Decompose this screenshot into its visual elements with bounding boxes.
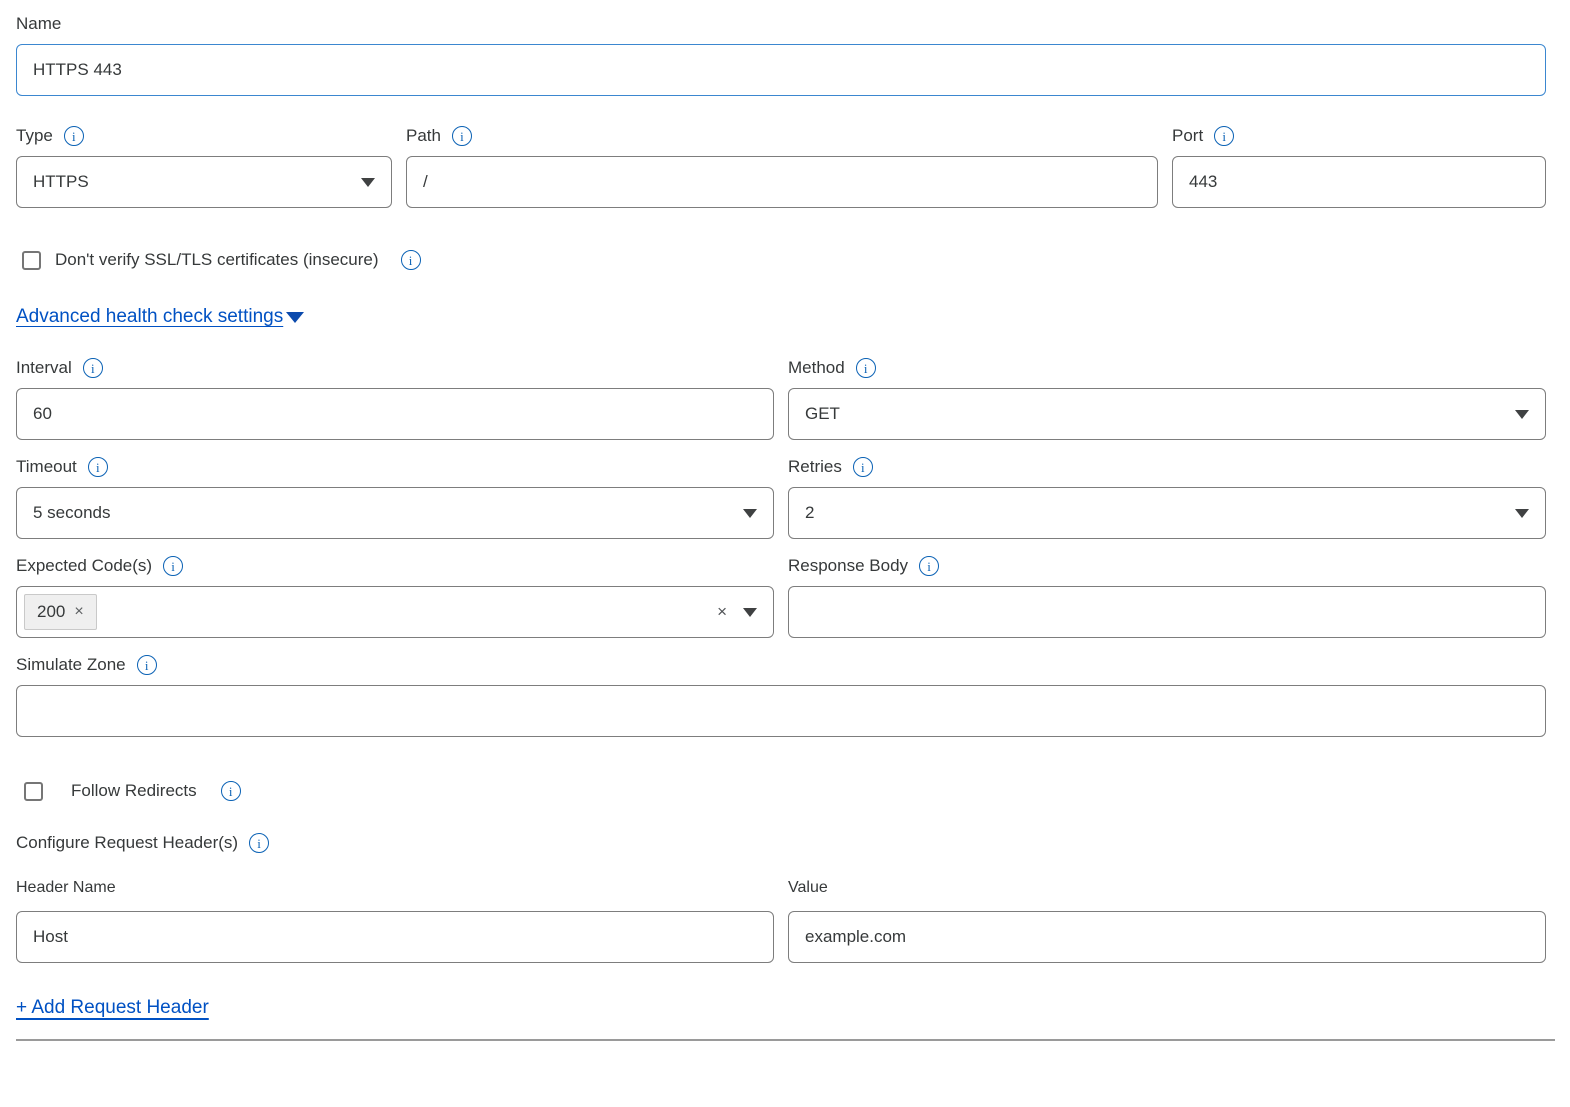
timeout-retries-row: Timeout i 5 seconds Retries i 2 <box>16 457 1546 539</box>
ssl-verify-row: Don't verify SSL/TLS certificates (insec… <box>16 250 1546 270</box>
header-value-label: Value <box>788 879 828 897</box>
expected-codes-label: Expected Code(s) <box>16 556 152 576</box>
configure-headers-info-icon[interactable]: i <box>249 833 269 853</box>
follow-redirects-checkbox[interactable] <box>24 782 43 801</box>
simulate-zone-label: Simulate Zone <box>16 655 126 675</box>
chevron-down-icon <box>1515 509 1529 518</box>
code-tag: 200 × <box>24 594 97 630</box>
name-input[interactable] <box>16 44 1546 96</box>
header-name-label: Header Name <box>16 879 116 897</box>
ssl-verify-checkbox[interactable] <box>22 251 41 270</box>
port-info-icon[interactable]: i <box>1214 126 1234 146</box>
expected-codes-field[interactable]: 200 × × <box>16 586 774 638</box>
method-info-icon[interactable]: i <box>856 358 876 378</box>
method-select-value: GET <box>805 404 840 424</box>
type-select-value: HTTPS <box>33 172 89 192</box>
configure-headers-group: Configure Request Header(s) i <box>16 833 1546 853</box>
simulate-zone-group: Simulate Zone i <box>16 655 1546 737</box>
response-body-info-icon[interactable]: i <box>919 556 939 576</box>
chevron-down-icon[interactable] <box>743 608 757 617</box>
name-group: Name <box>16 14 1546 96</box>
retries-info-icon[interactable]: i <box>853 457 873 477</box>
response-body-input[interactable] <box>788 586 1546 638</box>
header-row: Header Name Value <box>16 879 1546 963</box>
ssl-verify-label: Don't verify SSL/TLS certificates (insec… <box>55 250 379 270</box>
follow-redirects-label: Follow Redirects <box>71 781 197 801</box>
type-path-port-row: Type i HTTPS Path i Port i <box>16 126 1546 208</box>
timeout-info-icon[interactable]: i <box>88 457 108 477</box>
interval-input[interactable] <box>16 388 774 440</box>
retries-select[interactable]: 2 <box>788 487 1546 539</box>
interval-label: Interval <box>16 358 72 378</box>
chevron-down-icon <box>361 178 375 187</box>
path-label: Path <box>406 126 441 146</box>
follow-redirects-row: Follow Redirects i <box>16 781 1546 801</box>
retries-select-value: 2 <box>805 503 814 523</box>
type-label: Type <box>16 126 53 146</box>
chevron-down-icon <box>743 509 757 518</box>
header-name-input[interactable] <box>16 911 774 963</box>
configure-headers-label: Configure Request Header(s) <box>16 833 238 853</box>
method-select[interactable]: GET <box>788 388 1546 440</box>
add-request-header-link[interactable]: + Add Request Header <box>16 997 209 1019</box>
type-info-icon[interactable]: i <box>64 126 84 146</box>
method-label: Method <box>788 358 845 378</box>
port-input[interactable] <box>1172 156 1546 208</box>
simulate-zone-input[interactable] <box>16 685 1546 737</box>
interval-method-row: Interval i Method i GET <box>16 358 1546 440</box>
chevron-down-icon <box>1515 410 1529 419</box>
timeout-label: Timeout <box>16 457 77 477</box>
code-tag-value: 200 <box>37 602 65 622</box>
advanced-settings-link[interactable]: Advanced health check settings <box>16 306 304 328</box>
response-body-label: Response Body <box>788 556 908 576</box>
name-label: Name <box>16 14 61 34</box>
health-check-form: Name Type i HTTPS Path i Port i <box>0 0 1546 1041</box>
ssl-verify-info-icon[interactable]: i <box>401 250 421 270</box>
expected-codes-info-icon[interactable]: i <box>163 556 183 576</box>
path-info-icon[interactable]: i <box>452 126 472 146</box>
simulate-zone-info-icon[interactable]: i <box>137 655 157 675</box>
divider <box>16 1039 1555 1041</box>
clear-all-icon[interactable]: × <box>717 602 727 622</box>
path-input[interactable] <box>406 156 1158 208</box>
remove-tag-icon[interactable]: × <box>74 604 83 620</box>
triangle-down-icon <box>286 312 304 323</box>
header-value-input[interactable] <box>788 911 1546 963</box>
port-label: Port <box>1172 126 1203 146</box>
timeout-select[interactable]: 5 seconds <box>16 487 774 539</box>
retries-label: Retries <box>788 457 842 477</box>
type-select[interactable]: HTTPS <box>16 156 392 208</box>
timeout-select-value: 5 seconds <box>33 503 111 523</box>
follow-redirects-info-icon[interactable]: i <box>221 781 241 801</box>
interval-info-icon[interactable]: i <box>83 358 103 378</box>
codes-body-row: Expected Code(s) i 200 × × Response Body… <box>16 556 1546 638</box>
